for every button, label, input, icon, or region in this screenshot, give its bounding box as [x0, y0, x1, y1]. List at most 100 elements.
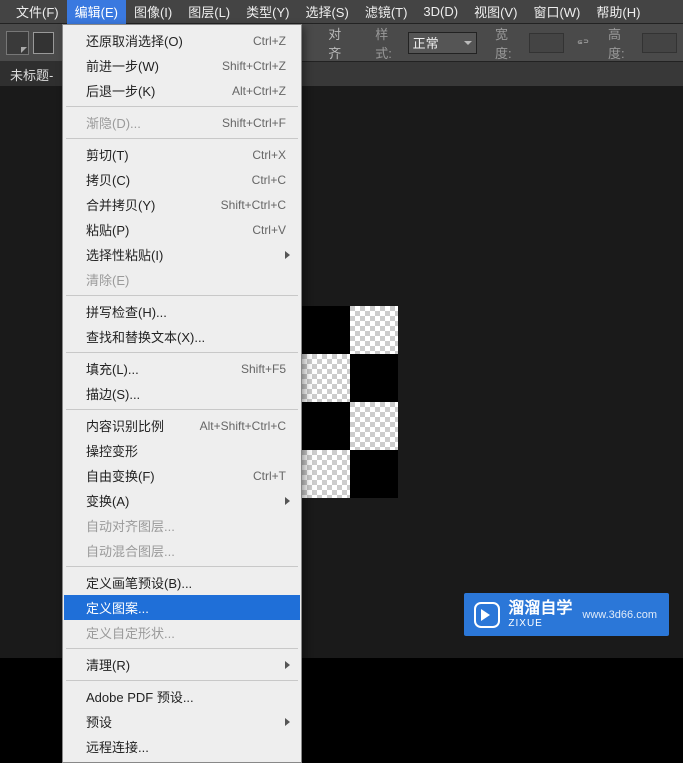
- menu-shortcut: Ctrl+T: [253, 469, 286, 483]
- menu-item-2[interactable]: 后退一步(K) Alt+Ctrl+Z: [64, 78, 300, 103]
- menu-item-label: 自动对齐图层...: [86, 516, 175, 535]
- menu-shortcut: Shift+Ctrl+F: [222, 116, 286, 130]
- menu-shortcut: Ctrl+C: [252, 173, 286, 187]
- menu-item-24: 自动混合图层...: [64, 538, 300, 563]
- menu-item-label: 变换(A): [86, 491, 129, 510]
- menu-item-21[interactable]: 自由变换(F) Ctrl+T: [64, 463, 300, 488]
- menu-item-4: 渐隐(D)... Shift+Ctrl+F: [64, 110, 300, 135]
- menu-3d[interactable]: 3D(D): [415, 1, 466, 22]
- align-label: 对齐: [328, 24, 353, 62]
- width-field[interactable]: [529, 33, 564, 53]
- menu-help[interactable]: 帮助(H): [588, 0, 648, 24]
- watermark: 溜溜自学 ZIXUE www.3d66.com: [464, 593, 669, 636]
- menu-item-label: 前进一步(W): [86, 56, 159, 75]
- menu-shortcut: Shift+F5: [241, 362, 286, 376]
- watermark-sub: ZIXUE: [508, 618, 572, 629]
- menu-item-17[interactable]: 描边(S)...: [64, 381, 300, 406]
- menu-item-22[interactable]: 变换(A): [64, 488, 300, 513]
- menu-type[interactable]: 类型(Y): [238, 0, 297, 24]
- menu-item-label: 定义图案...: [86, 598, 149, 617]
- menu-item-label: 清除(E): [86, 270, 129, 289]
- menu-item-label: 合并拷贝(Y): [86, 195, 155, 214]
- menu-item-19[interactable]: 内容识别比例 Alt+Shift+Ctrl+C: [64, 413, 300, 438]
- menu-filter[interactable]: 滤镜(T): [357, 0, 416, 24]
- menu-item-label: 定义画笔预设(B)...: [86, 573, 192, 592]
- menu-item-14[interactable]: 查找和替换文本(X)...: [64, 324, 300, 349]
- menu-item-label: 自动混合图层...: [86, 541, 175, 560]
- menu-separator: [66, 352, 298, 353]
- menu-item-16[interactable]: 填充(L)... Shift+F5: [64, 356, 300, 381]
- menu-shortcut: Ctrl+V: [252, 223, 286, 237]
- menu-item-label: 粘贴(P): [86, 220, 129, 239]
- menu-item-33[interactable]: 预设: [64, 709, 300, 734]
- canvas-content: [302, 306, 398, 498]
- menu-item-label: 选择性粘贴(I): [86, 245, 163, 264]
- menu-separator: [66, 566, 298, 567]
- menu-file[interactable]: 文件(F): [8, 0, 67, 24]
- menu-item-13[interactable]: 拼写检查(H)...: [64, 299, 300, 324]
- menu-separator: [66, 648, 298, 649]
- menu-layer[interactable]: 图层(L): [180, 0, 238, 24]
- menu-item-label: 定义自定形状...: [86, 623, 175, 642]
- height-label: 高度:: [608, 24, 636, 62]
- style-select[interactable]: 正常: [408, 32, 477, 54]
- menu-item-1[interactable]: 前进一步(W) Shift+Ctrl+Z: [64, 53, 300, 78]
- menu-shortcut: Ctrl+X: [252, 148, 286, 162]
- menu-item-27[interactable]: 定义图案...: [64, 595, 300, 620]
- menu-item-8[interactable]: 合并拷贝(Y) Shift+Ctrl+C: [64, 192, 300, 217]
- link-icon[interactable]: [576, 36, 590, 50]
- style-label: 样式:: [375, 24, 403, 62]
- menu-image[interactable]: 图像(I): [126, 0, 180, 24]
- menu-item-label: 操控变形: [86, 441, 138, 460]
- menu-shortcut: Alt+Shift+Ctrl+C: [200, 419, 286, 433]
- width-label: 宽度:: [495, 24, 523, 62]
- menu-item-label: 拼写检查(H)...: [86, 302, 167, 321]
- menu-item-7[interactable]: 拷贝(C) Ctrl+C: [64, 167, 300, 192]
- menu-shortcut: Shift+Ctrl+C: [221, 198, 286, 212]
- menu-item-0[interactable]: 还原取消选择(O) Ctrl+Z: [64, 28, 300, 53]
- tool-preset-picker[interactable]: [6, 31, 29, 55]
- menu-item-9[interactable]: 粘贴(P) Ctrl+V: [64, 217, 300, 242]
- menu-item-10[interactable]: 选择性粘贴(I): [64, 242, 300, 267]
- menu-item-label: 填充(L)...: [86, 359, 139, 378]
- menu-item-label: 还原取消选择(O): [86, 31, 183, 50]
- menu-item-11: 清除(E): [64, 267, 300, 292]
- play-icon: [474, 602, 500, 628]
- menu-shortcut: Shift+Ctrl+Z: [222, 59, 286, 73]
- menu-item-label: 预设: [86, 712, 112, 731]
- menu-separator: [66, 409, 298, 410]
- menu-view[interactable]: 视图(V): [466, 0, 525, 24]
- menubar: 文件(F) 编辑(E) 图像(I) 图层(L) 类型(Y) 选择(S) 滤镜(T…: [0, 0, 683, 24]
- menu-item-label: 剪切(T): [86, 145, 129, 164]
- menu-separator: [66, 680, 298, 681]
- height-field[interactable]: [642, 33, 677, 53]
- menu-item-label: 自由变换(F): [86, 466, 155, 485]
- menu-item-30[interactable]: 清理(R): [64, 652, 300, 677]
- menu-window[interactable]: 窗口(W): [525, 0, 588, 24]
- menu-item-label: 远程连接...: [86, 737, 149, 756]
- menu-item-label: 渐隐(D)...: [86, 113, 141, 132]
- menu-edit[interactable]: 编辑(E): [67, 0, 126, 24]
- menu-item-label: 内容识别比例: [86, 416, 164, 435]
- menu-item-label: 拷贝(C): [86, 170, 130, 189]
- menu-select[interactable]: 选择(S): [297, 0, 356, 24]
- menu-separator: [66, 295, 298, 296]
- menu-item-label: Adobe PDF 预设...: [86, 687, 194, 706]
- edit-menu-popup: 还原取消选择(O) Ctrl+Z 前进一步(W) Shift+Ctrl+Z 后退一步(K…: [62, 24, 302, 763]
- menu-item-28: 定义自定形状...: [64, 620, 300, 645]
- menu-item-26[interactable]: 定义画笔预设(B)...: [64, 570, 300, 595]
- menu-item-20[interactable]: 操控变形: [64, 438, 300, 463]
- watermark-name: 溜溜自学: [508, 600, 572, 618]
- menu-item-6[interactable]: 剪切(T) Ctrl+X: [64, 142, 300, 167]
- menu-item-34[interactable]: 远程连接...: [64, 734, 300, 759]
- marquee-tool-icon[interactable]: [33, 32, 54, 54]
- menu-shortcut: Ctrl+Z: [253, 34, 286, 48]
- menu-separator: [66, 106, 298, 107]
- menu-item-label: 后退一步(K): [86, 81, 155, 100]
- menu-item-32[interactable]: Adobe PDF 预设...: [64, 684, 300, 709]
- menu-separator: [66, 138, 298, 139]
- menu-shortcut: Alt+Ctrl+Z: [232, 84, 286, 98]
- tab-untitled[interactable]: 未标题-: [0, 61, 63, 88]
- menu-item-label: 描边(S)...: [86, 384, 140, 403]
- menu-item-23: 自动对齐图层...: [64, 513, 300, 538]
